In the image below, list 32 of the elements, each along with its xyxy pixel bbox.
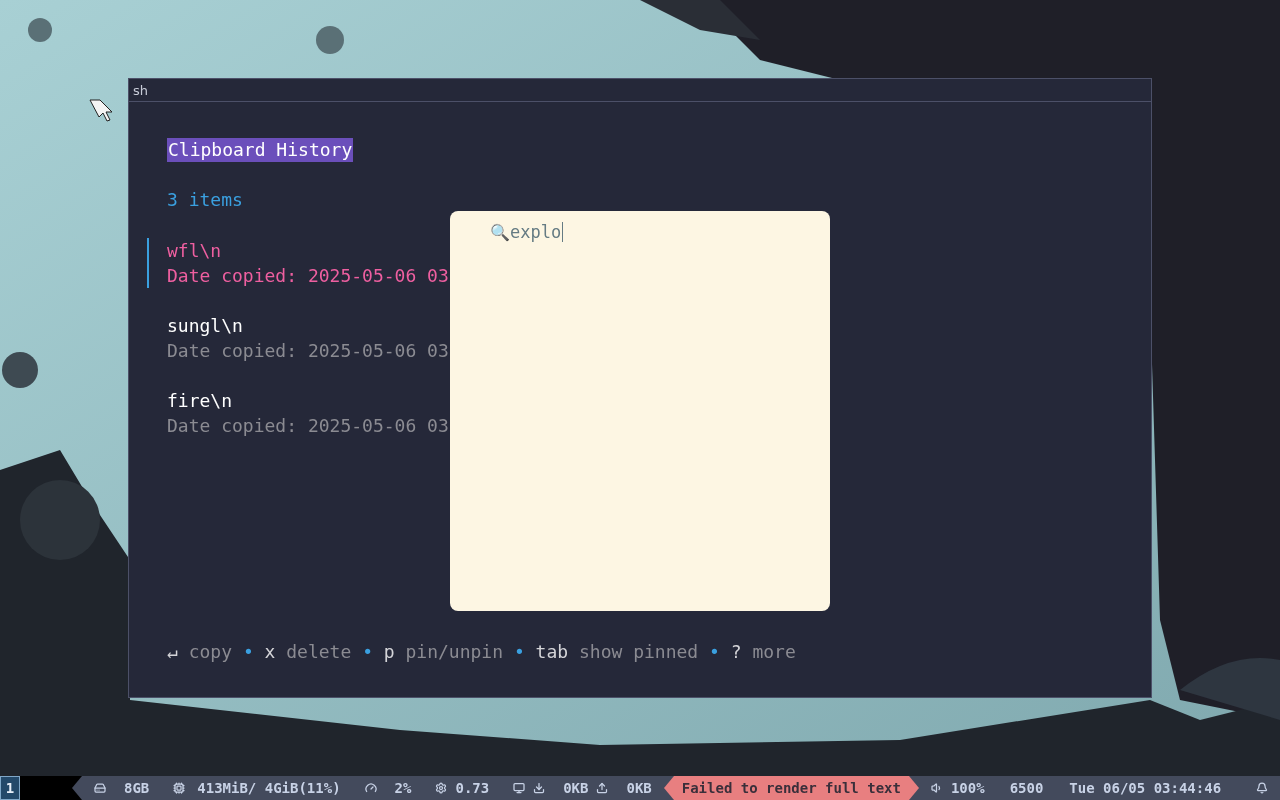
bell-icon[interactable] [1256, 782, 1268, 794]
volume-icon [930, 782, 943, 794]
settings-icon [435, 782, 448, 794]
heading: Clipboard History [167, 138, 354, 162]
clipboard-item[interactable]: fire\n Date copied: 2025-05-06 03 [147, 388, 1151, 438]
window-title: sh [133, 82, 148, 98]
upload-icon [596, 782, 609, 794]
monitor-icon [513, 782, 526, 794]
chip-icon [173, 782, 186, 794]
download-icon [533, 782, 546, 794]
upload-rate: 0KB [626, 780, 652, 796]
item-date: Date copied: 2025-05-06 03 [167, 339, 449, 363]
workspace-button[interactable]: 1 [0, 776, 20, 800]
item-text: wfl\n [167, 239, 222, 263]
item-text: sungl\n [167, 314, 243, 338]
gauge-icon [364, 782, 377, 794]
volume-level: 100% [950, 780, 985, 796]
load-average: 0.73 [455, 780, 490, 796]
item-date: Date copied: 2025-05-06 03 [167, 414, 449, 438]
status-text: 6500 [1009, 780, 1044, 796]
error-message: Failed to render full text [673, 776, 909, 800]
memory-usage: 413MiB/ 4GiB(11%) [197, 780, 341, 796]
status-text: Tue 06/05 03:44:46 [1069, 780, 1222, 796]
item-count: 3 items [167, 188, 243, 212]
item-date: Date copied: 2025-05-06 03 [167, 264, 449, 288]
disk-usage: 8GB [124, 780, 150, 796]
key-hints: ↵ copy • x delete • p pin/unpin • tab show pinned • ? more [167, 641, 796, 662]
item-text: fire\n [167, 389, 233, 413]
download-rate: 0KB [563, 780, 589, 796]
clipboard-item[interactable]: sungl\n Date copied: 2025-05-06 03 [147, 313, 1151, 363]
cpu-usage: 2% [394, 780, 412, 796]
segment-arrow [72, 776, 82, 800]
